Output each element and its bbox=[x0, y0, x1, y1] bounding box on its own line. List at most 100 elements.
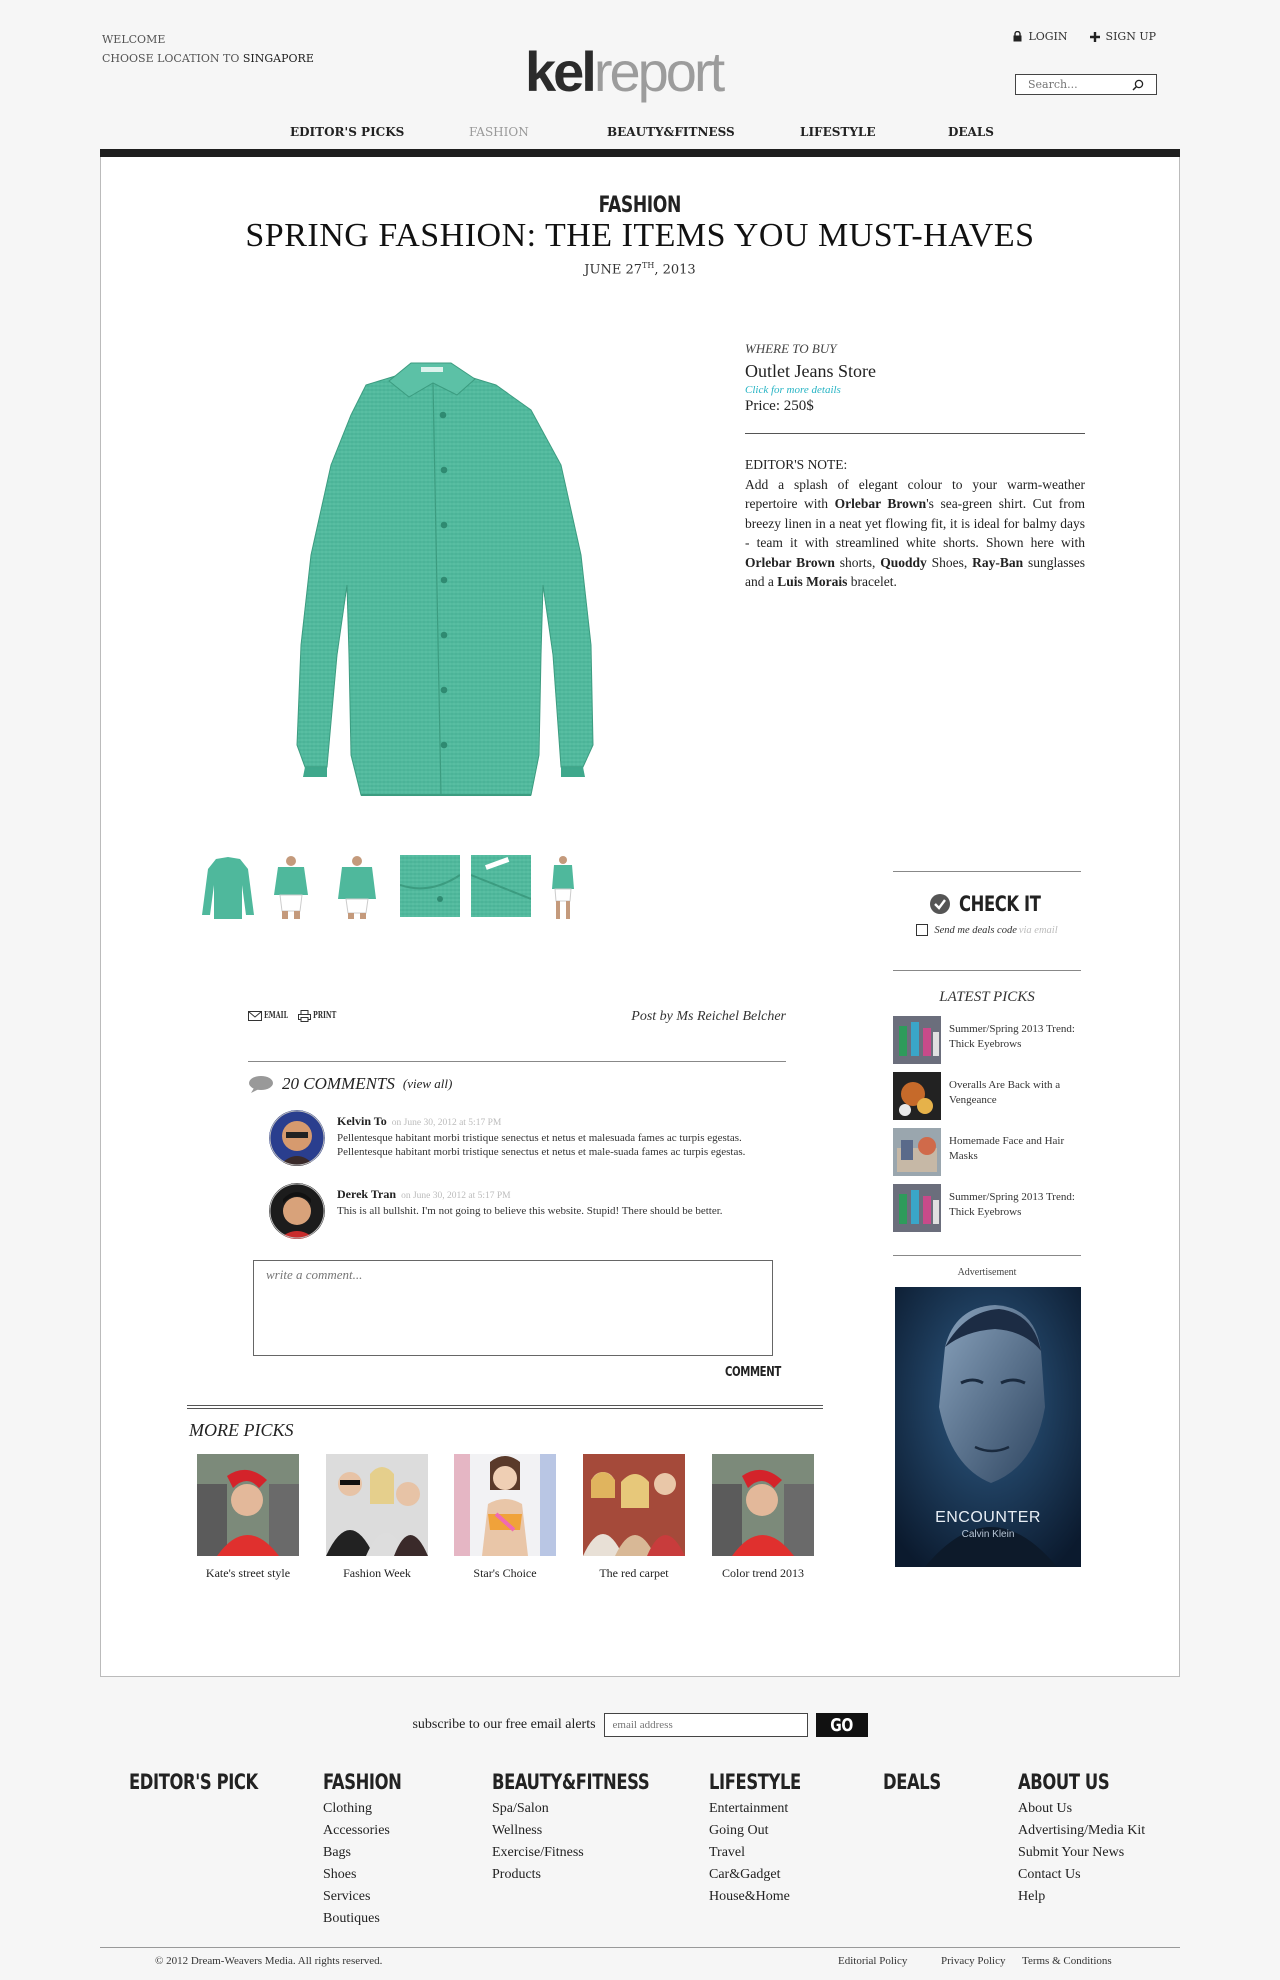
logo-light: report bbox=[593, 40, 725, 103]
footer-link[interactable]: Going Out bbox=[709, 1820, 827, 1842]
editorial-policy-link[interactable]: Editorial Policy bbox=[838, 1955, 907, 1967]
check-it-widget: CHECK IT Send me deals code via email bbox=[893, 892, 1081, 936]
location-line[interactable]: CHOOSE LOCATION TO SINGAPORE bbox=[102, 49, 314, 68]
footer-link[interactable]: Contact Us bbox=[1018, 1864, 1145, 1886]
envelope-icon bbox=[248, 1011, 262, 1021]
sidebar-divider bbox=[893, 1255, 1081, 1256]
latest-pick-image bbox=[893, 1072, 941, 1120]
footer-col-title[interactable]: LIFESTYLE bbox=[709, 1770, 827, 1798]
article-title: SPRING FASHION: THE ITEMS YOU MUST-HAVES bbox=[245, 217, 1035, 254]
more-pick-item[interactable]: Fashion Week bbox=[326, 1454, 428, 1581]
footer-link[interactable]: Boutiques bbox=[323, 1908, 424, 1930]
footer-link[interactable]: Services bbox=[323, 1886, 424, 1908]
nav-editors-picks[interactable]: EDITOR'S PICKS bbox=[290, 125, 404, 139]
more-details-link[interactable]: Click for more details bbox=[745, 384, 1085, 396]
latest-pick-item[interactable]: Summer/Spring 2013 Trend: Thick Eyebrows bbox=[893, 1184, 1081, 1240]
price: Price: 250$ bbox=[745, 398, 814, 414]
footer-link[interactable]: Car&Gadget bbox=[709, 1864, 827, 1886]
footer-link[interactable]: Travel bbox=[709, 1842, 827, 1864]
more-pick-caption: Star's Choice bbox=[473, 1566, 537, 1580]
commenter-avatar bbox=[269, 1110, 325, 1166]
commenter-name[interactable]: Derek Tran bbox=[337, 1187, 396, 1201]
nav-lifestyle[interactable]: LIFESTYLE bbox=[800, 125, 875, 139]
thumbnail-5[interactable] bbox=[471, 855, 531, 917]
thumbnail-2[interactable] bbox=[266, 855, 316, 921]
comment-input[interactable] bbox=[253, 1260, 773, 1356]
nav-deals[interactable]: DEALS bbox=[948, 125, 994, 139]
privacy-policy-link[interactable]: Privacy Policy bbox=[941, 1955, 1005, 1967]
more-pick-item[interactable]: Star's Choice bbox=[454, 1454, 556, 1581]
comment-item: Derek Tran on June 30, 2012 at 5:17 PM T… bbox=[269, 1183, 789, 1239]
comment-submit-button[interactable]: COMMENT bbox=[725, 1361, 797, 1380]
footer-link[interactable]: Advertising/Media Kit bbox=[1018, 1820, 1145, 1842]
print-label: PRINT bbox=[313, 1011, 337, 1021]
comment-time: on June 30, 2012 at 5:17 PM bbox=[391, 1118, 502, 1128]
ad-subbrand: Calvin Klein bbox=[961, 1529, 1015, 1540]
latest-pick-item[interactable]: Homemade Face and Hair Masks bbox=[893, 1128, 1081, 1184]
footer-link[interactable]: About Us bbox=[1018, 1798, 1145, 1820]
terms-link[interactable]: Terms & Conditions bbox=[1022, 1955, 1112, 1967]
footer-col-title[interactable]: FASHION bbox=[323, 1770, 424, 1798]
login-link[interactable]: LOGIN bbox=[1013, 30, 1068, 43]
thumbnail-3[interactable] bbox=[332, 855, 382, 921]
search-input[interactable] bbox=[1028, 78, 1128, 91]
footer-link[interactable]: Exercise/Fitness bbox=[492, 1842, 694, 1864]
welcome-text: WELCOME bbox=[102, 33, 166, 46]
footer-link[interactable]: Spa/Salon bbox=[492, 1798, 694, 1820]
deals-checkbox[interactable] bbox=[916, 924, 929, 936]
more-pick-item[interactable]: Color trend 2013 bbox=[712, 1454, 814, 1581]
footer-col-title[interactable]: EDITOR'S PICK bbox=[129, 1770, 294, 1798]
sidebar-divider bbox=[893, 871, 1081, 872]
subscribe-email-input[interactable] bbox=[603, 1713, 808, 1737]
search-icon[interactable] bbox=[1132, 79, 1144, 91]
view-all-link[interactable]: (view all) bbox=[403, 1076, 452, 1092]
latest-picks-title: LATEST PICKS bbox=[939, 989, 1035, 1005]
latest-pick-item[interactable]: Overalls Are Back with a Vengeance bbox=[893, 1072, 1081, 1128]
subscribe-go-button[interactable]: GO bbox=[815, 1713, 868, 1737]
latest-pick-item[interactable]: Summer/Spring 2013 Trend: Thick Eyebrows bbox=[893, 1016, 1081, 1072]
product-image[interactable] bbox=[261, 355, 641, 825]
footer-link[interactable]: Accessories bbox=[323, 1820, 424, 1842]
footer-col-title[interactable]: BEAUTY&FITNESS bbox=[492, 1770, 694, 1798]
advertisement-banner[interactable]: ENCOUNTER Calvin Klein bbox=[895, 1287, 1081, 1567]
nav-beauty-fitness[interactable]: BEAUTY&FITNESS bbox=[607, 125, 735, 139]
footer-col-title[interactable]: ABOUT US bbox=[1018, 1770, 1145, 1798]
section-label-text: FASHION bbox=[598, 193, 682, 218]
footer-link[interactable]: Entertainment bbox=[709, 1798, 827, 1820]
subscribe-label: subscribe to our free email alerts bbox=[412, 1717, 596, 1732]
email-button[interactable]: EMAIL bbox=[248, 1011, 298, 1021]
comments-divider bbox=[248, 1061, 786, 1062]
thumbnail-4[interactable] bbox=[400, 855, 460, 917]
printer-icon bbox=[298, 1010, 312, 1022]
footer-link[interactable]: Wellness bbox=[492, 1820, 694, 1842]
footer-link[interactable]: Bags bbox=[323, 1842, 424, 1864]
footer-link[interactable]: Shoes bbox=[323, 1864, 424, 1886]
divider bbox=[745, 433, 1085, 434]
site-logo[interactable]: kelreport bbox=[525, 44, 725, 100]
footer-link[interactable]: Submit Your News bbox=[1018, 1842, 1145, 1864]
thumbnail-1[interactable] bbox=[198, 855, 258, 921]
footer-link[interactable]: Help bbox=[1018, 1886, 1145, 1908]
footer-col-title[interactable]: DEALS bbox=[883, 1770, 957, 1798]
latest-pick-title: Homemade Face and Hair Masks bbox=[949, 1135, 1065, 1162]
footer-divider bbox=[100, 1947, 1180, 1948]
deals-label: Send me deals code bbox=[934, 924, 1017, 936]
footer-col-deals: DEALS bbox=[883, 1770, 957, 1798]
location-value[interactable]: SINGAPORE bbox=[243, 52, 314, 65]
print-button[interactable]: PRINT bbox=[298, 1010, 346, 1022]
commenter-name[interactable]: Kelvin To bbox=[337, 1114, 387, 1128]
latest-pick-title: Summer/Spring 2013 Trend: Thick Eyebrows bbox=[949, 1191, 1075, 1218]
latest-pick-image bbox=[893, 1128, 941, 1176]
footer-link[interactable]: House&Home bbox=[709, 1886, 827, 1908]
more-pick-image bbox=[197, 1454, 299, 1556]
more-pick-item[interactable]: Kate's street style bbox=[197, 1454, 299, 1581]
signup-link[interactable]: SIGN UP bbox=[1089, 30, 1156, 43]
thumbnail-6[interactable] bbox=[548, 855, 578, 921]
comment-time: on June 30, 2012 at 5:17 PM bbox=[401, 1191, 511, 1201]
footer-link[interactable]: Products bbox=[492, 1864, 694, 1886]
footer-link[interactable]: Clothing bbox=[323, 1798, 424, 1820]
more-pick-item[interactable]: The red carpet bbox=[583, 1454, 685, 1581]
latest-pick-title: Summer/Spring 2013 Trend: Thick Eyebrows bbox=[949, 1023, 1075, 1050]
nav-fashion[interactable]: FASHION bbox=[469, 125, 529, 139]
latest-pick-title: Overalls Are Back with a Vengeance bbox=[949, 1079, 1061, 1106]
